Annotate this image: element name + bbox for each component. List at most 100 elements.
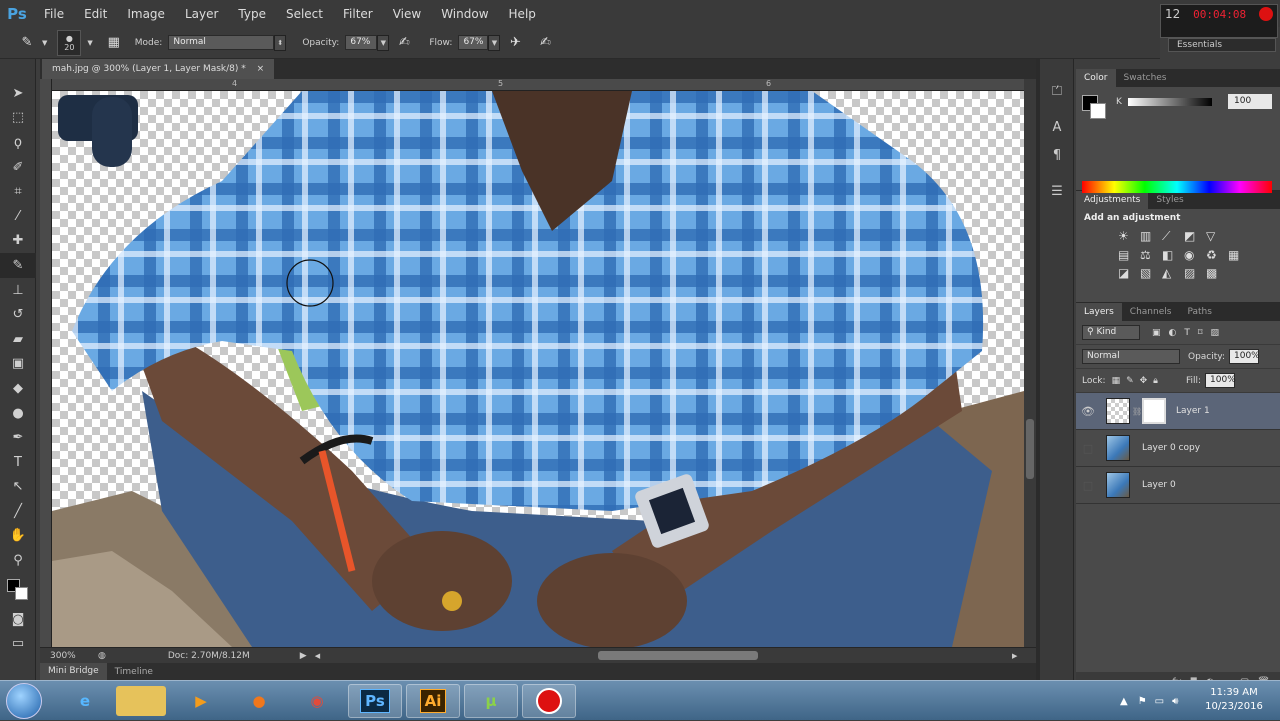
menu-window[interactable]: Window	[431, 7, 498, 21]
screen-mode-icon[interactable]: ▭	[0, 631, 36, 656]
status-icon[interactable]: ◍	[98, 651, 106, 661]
menu-type[interactable]: Type	[228, 7, 276, 21]
close-tab-icon[interactable]: ×	[257, 64, 265, 74]
mode-dropdown-icon[interactable]: ⬍	[274, 34, 287, 51]
airbrush-icon[interactable]: ✈	[504, 33, 526, 53]
eye-hidden-icon[interactable]: □	[1076, 479, 1100, 492]
filter-smart-object-icon[interactable]: ▨	[1211, 328, 1220, 338]
invert-icon[interactable]: ◪	[1118, 266, 1140, 280]
layer-mask-thumbnail[interactable]	[1142, 398, 1166, 424]
mode-select[interactable]: Normal	[168, 35, 275, 50]
black-white-icon[interactable]: ◧	[1162, 248, 1184, 262]
layer-name[interactable]: Layer 0	[1142, 480, 1176, 490]
illustrator-taskbar-icon[interactable]: Ai	[406, 684, 460, 718]
menu-view[interactable]: View	[383, 7, 431, 21]
threshold-icon[interactable]: ◭	[1162, 266, 1184, 280]
vertical-scrollbar[interactable]	[1024, 79, 1036, 647]
layer-row[interactable]: □ Layer 0 copy	[1076, 430, 1280, 467]
blur-tool-icon[interactable]: ◆	[0, 376, 36, 401]
properties-panel-icon[interactable]: ☰	[1040, 177, 1074, 205]
tab-channels[interactable]: Channels	[1122, 303, 1180, 321]
scroll-right-icon[interactable]: ▶	[1012, 652, 1017, 660]
zoom-tool-icon[interactable]: ⚲	[0, 548, 36, 573]
flow-dropdown-icon[interactable]: ▼	[488, 34, 501, 51]
eraser-tool-icon[interactable]: ▰	[0, 327, 36, 352]
filter-pixel-icon[interactable]: ▣	[1152, 328, 1161, 338]
crop-tool-icon[interactable]: ⌗	[0, 179, 36, 204]
menu-help[interactable]: Help	[499, 7, 546, 21]
move-tool-icon[interactable]: ➤	[0, 81, 36, 106]
scroll-left-icon[interactable]: ◀	[315, 652, 320, 660]
tab-adjustments[interactable]: Adjustments	[1076, 191, 1149, 209]
horizontal-scroll-thumb[interactable]	[598, 651, 758, 660]
color-balance-icon[interactable]: ⚖	[1140, 248, 1162, 262]
posterize-icon[interactable]: ▧	[1140, 266, 1162, 280]
k-channel-slider[interactable]	[1128, 98, 1212, 106]
menu-select[interactable]: Select	[276, 7, 333, 21]
type-tool-icon[interactable]: T	[0, 450, 36, 475]
vibrance-icon[interactable]: ▽	[1206, 229, 1228, 244]
workspace-switcher[interactable]: Essentials	[1168, 38, 1276, 52]
color-lookup-icon[interactable]: ▦	[1228, 248, 1250, 262]
quick-selection-tool-icon[interactable]: ✐	[0, 155, 36, 180]
blend-mode-select[interactable]: Normal	[1082, 349, 1180, 364]
screen-recorder-widget[interactable]: 12 00:04:08	[1160, 4, 1278, 38]
filter-type-icon[interactable]: T	[1184, 328, 1190, 338]
start-button[interactable]	[6, 683, 42, 719]
tab-swatches[interactable]: Swatches	[1116, 69, 1175, 87]
lasso-tool-icon[interactable]: ϙ	[0, 130, 36, 155]
background-color-swatch[interactable]	[1090, 103, 1106, 119]
color-swatches-icon[interactable]	[0, 573, 36, 607]
layer-name[interactable]: Layer 0 copy	[1142, 443, 1200, 453]
brush-tool-icon[interactable]: ✎	[0, 253, 36, 278]
system-clock[interactable]: 11:39 AM 10/23/2016	[1204, 686, 1264, 714]
clone-stamp-tool-icon[interactable]: ⊥	[0, 278, 36, 303]
eye-visibility-icon[interactable]: 👁︎	[1076, 405, 1100, 418]
zoom-level[interactable]: 300%	[50, 651, 90, 661]
hand-tool-icon[interactable]: ✋	[0, 524, 36, 549]
character-panel-icon[interactable]: A	[1040, 113, 1074, 141]
filter-shape-icon[interactable]: ⌑	[1198, 328, 1203, 338]
filter-adjustment-icon[interactable]: ◐	[1169, 328, 1177, 338]
tab-color[interactable]: Color	[1076, 69, 1116, 87]
layer-name[interactable]: Layer 1	[1176, 406, 1210, 416]
curves-icon[interactable]: ⟋	[1162, 229, 1184, 244]
tab-paths[interactable]: Paths	[1179, 303, 1219, 321]
path-selection-tool-icon[interactable]: ↖	[0, 475, 36, 500]
chrome-icon[interactable]: ◉	[290, 684, 344, 718]
color-spectrum-bar[interactable]	[1082, 181, 1272, 193]
gradient-map-icon[interactable]: ▨	[1184, 266, 1206, 280]
media-player-icon[interactable]: ▶	[174, 684, 228, 718]
document-tab[interactable]: mah.jpg @ 300% (Layer 1, Layer Mask/8) *…	[42, 59, 275, 79]
volume-icon[interactable]: 🔊︎	[1172, 696, 1178, 707]
levels-icon[interactable]: ▥	[1140, 229, 1162, 244]
menu-edit[interactable]: Edit	[74, 7, 117, 21]
photo-filter-icon[interactable]: ◉	[1184, 248, 1206, 262]
tab-styles[interactable]: Styles	[1148, 191, 1191, 209]
brush-size-dropdown-icon[interactable]: ▼	[87, 39, 92, 47]
preset-dropdown-icon[interactable]: ▼	[42, 39, 47, 47]
menu-file[interactable]: File	[34, 7, 74, 21]
lock-all-icon[interactable]: 🔒︎	[1153, 376, 1158, 386]
file-explorer-icon[interactable]	[116, 686, 166, 716]
channel-mixer-icon[interactable]: ♻	[1206, 248, 1228, 262]
quick-mask-icon[interactable]: ◙	[0, 607, 36, 632]
tab-layers[interactable]: Layers	[1076, 303, 1122, 321]
lock-transparent-icon[interactable]: ▦	[1112, 376, 1121, 386]
layer-filter-kind[interactable]: ⚲ Kind	[1082, 325, 1140, 340]
layer-row[interactable]: □ Layer 0	[1076, 467, 1280, 504]
utorrent-icon[interactable]: µ	[464, 684, 518, 718]
exposure-icon[interactable]: ◩	[1184, 229, 1206, 244]
status-menu-arrow-icon[interactable]: ▶	[300, 651, 307, 661]
brightness-contrast-icon[interactable]: ☀	[1118, 229, 1140, 244]
gradient-tool-icon[interactable]: ▣	[0, 352, 36, 377]
firefox-icon[interactable]: ●	[232, 684, 286, 718]
paragraph-panel-icon[interactable]: ¶	[1040, 141, 1074, 169]
tray-expand-icon[interactable]: ▲	[1120, 696, 1128, 707]
eye-hidden-icon[interactable]: □	[1076, 442, 1100, 455]
history-panel-icon[interactable]: ⏍	[1040, 77, 1074, 105]
vertical-scroll-thumb[interactable]	[1026, 419, 1034, 479]
layer-fill-field[interactable]: 100%	[1205, 373, 1236, 388]
line-tool-icon[interactable]: ╱	[0, 499, 36, 524]
photoshop-taskbar-icon[interactable]: Ps	[348, 684, 402, 718]
